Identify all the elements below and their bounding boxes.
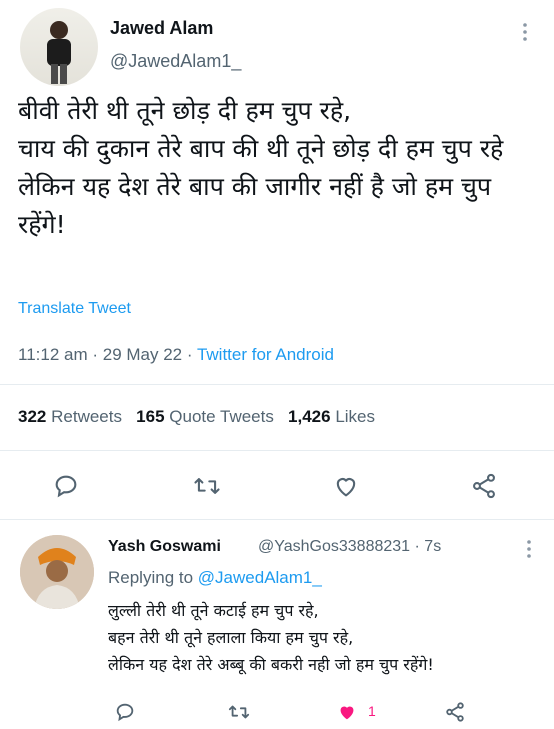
reply-text: लुल्ली तेरी थी तूने कटाई हम चुप रहे, बहन… (108, 601, 434, 674)
likes-label: Likes (335, 407, 375, 426)
reply-retweet-button[interactable] (226, 700, 252, 724)
reply-author-handle[interactable]: @YashGos33888231 (258, 538, 410, 555)
reply-author-name[interactable]: Yash Goswami (108, 538, 221, 556)
divider (0, 519, 554, 520)
retweets-label: Retweets (51, 407, 122, 426)
tweet-source[interactable]: Twitter for Android (197, 345, 334, 364)
reply-icon (55, 475, 77, 498)
quotes-stat[interactable]: 165 Quote Tweets (136, 407, 274, 426)
retweet-icon (194, 478, 220, 494)
author-name[interactable]: Jawed Alam (110, 18, 213, 39)
author-avatar[interactable] (20, 8, 98, 86)
translate-tweet-link[interactable]: Translate Tweet (18, 300, 131, 318)
tweet-stats: 322 Retweets 165 Quote Tweets 1,426 Like… (18, 407, 375, 427)
replying-prefix: Replying to (108, 568, 194, 587)
reply-time[interactable]: 7s (424, 538, 441, 555)
divider (0, 384, 554, 385)
more-options-icon[interactable] (522, 22, 530, 46)
more-options-icon[interactable] (526, 539, 534, 563)
like-icon (336, 478, 356, 497)
reply-author-avatar[interactable] (20, 535, 94, 609)
meta-separator: · (414, 538, 425, 555)
reply-button[interactable] (50, 470, 82, 502)
reply-like-button[interactable] (334, 700, 360, 724)
meta-separator: · (92, 345, 103, 364)
likes-count: 1,426 (288, 407, 331, 426)
retweet-button[interactable] (190, 470, 224, 502)
reply-icon (116, 703, 134, 722)
tweet-time: 11:12 am (18, 345, 88, 364)
tweet-text: बीवी तेरी थी तूने छोड़ दी हम चुप रहे, चा… (18, 96, 504, 239)
reply-share-button[interactable] (442, 700, 468, 724)
like-icon (340, 706, 354, 720)
reply-author-meta: @YashGos33888231 · 7s (258, 538, 441, 556)
tweet-meta: 11:12 am · 29 May 22 · Twitter for Andro… (18, 345, 334, 365)
reply-like-count: 1 (368, 703, 376, 719)
quotes-label: Quote Tweets (169, 407, 274, 426)
divider (0, 450, 554, 451)
retweet-icon (228, 705, 250, 719)
quotes-count: 165 (136, 407, 165, 426)
likes-stat[interactable]: 1,426 Likes (288, 407, 375, 426)
reply-reply-button[interactable] (112, 700, 138, 724)
retweets-stat[interactable]: 322 Retweets (18, 407, 122, 426)
replying-to-handle[interactable]: @JawedAlam1_ (198, 568, 322, 587)
share-button[interactable] (468, 470, 500, 502)
author-handle[interactable]: @JawedAlam1_ (110, 51, 241, 72)
meta-separator: · (186, 345, 197, 364)
like-button[interactable] (330, 470, 362, 502)
share-icon (473, 473, 495, 499)
retweets-count: 322 (18, 407, 47, 426)
share-icon (446, 702, 464, 722)
replying-to: Replying to @JawedAlam1_ (108, 568, 322, 588)
tweet-date: 29 May 22 (102, 345, 183, 364)
